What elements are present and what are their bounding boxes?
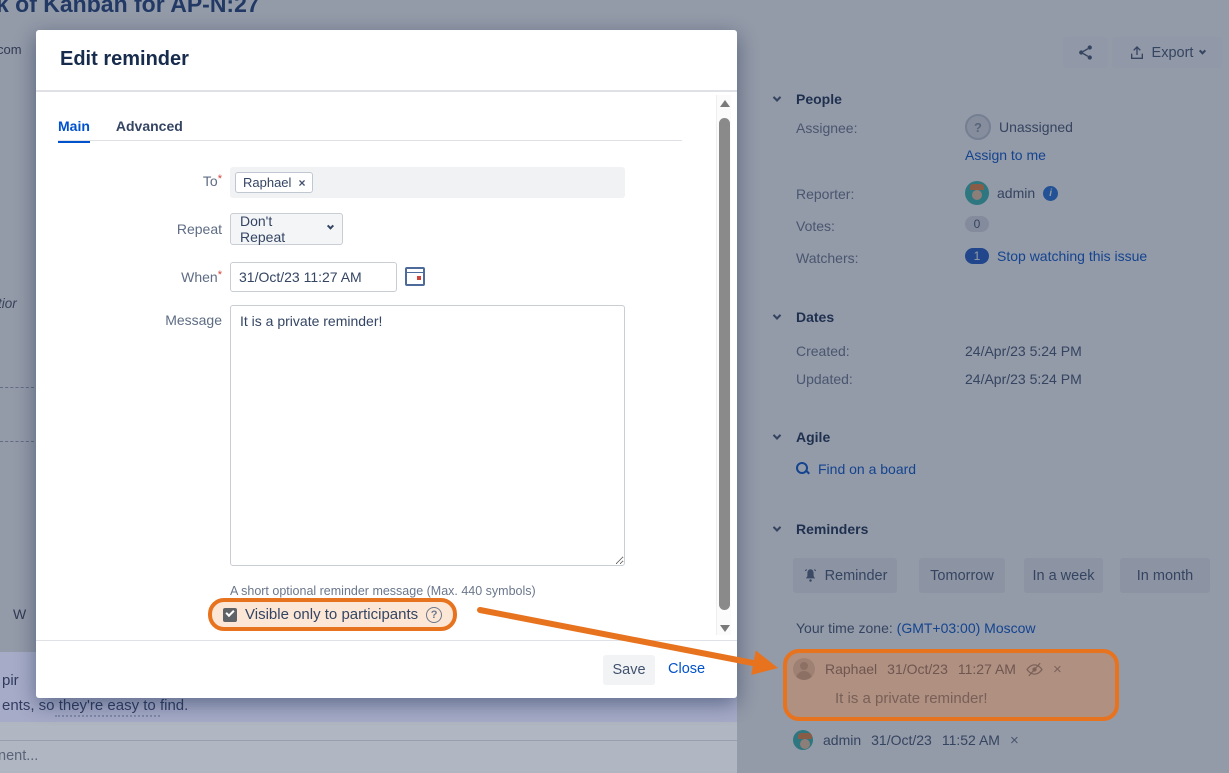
message-textarea[interactable]: It is a private reminder!: [230, 305, 625, 566]
bg-dotted-line: [55, 715, 160, 717]
remove-recipient-icon[interactable]: ×: [298, 176, 305, 190]
close-link[interactable]: Close: [668, 661, 705, 677]
bg-fragment-ents: ents, so they're easy to find.: [2, 697, 188, 714]
scroll-up-icon[interactable]: [720, 100, 730, 107]
divider: [0, 740, 737, 741]
dialog-tabs: Main Advanced: [58, 118, 183, 142]
tab-main[interactable]: Main: [58, 118, 90, 142]
annotation-box-reminder-item: [783, 649, 1119, 721]
divider: [36, 640, 737, 641]
comment-area-strip: nent...: [0, 722, 737, 773]
annotation-box-visibility-checkbox: Visible only to participants ?: [208, 598, 457, 631]
when-input[interactable]: [230, 262, 397, 292]
to-field[interactable]: Raphael ×: [230, 167, 625, 198]
when-label: When*: [62, 269, 222, 285]
repeat-select[interactable]: Don't Repeat: [230, 213, 343, 245]
to-label: To*: [62, 173, 222, 189]
repeat-value: Don't Repeat: [240, 213, 318, 245]
visible-only-label: Visible only to participants: [245, 606, 418, 623]
dialog-scrollbar[interactable]: [716, 95, 731, 635]
date-picker-button[interactable]: [405, 264, 429, 288]
bg-fragment-nent: nent...: [0, 748, 38, 764]
bg-fragment-pir: pir: [2, 672, 19, 689]
page: k of Kanban for AP-N:27 com tior W Expor…: [0, 0, 1229, 773]
calendar-icon: [405, 267, 425, 286]
message-hint: A short optional reminder message (Max. …: [230, 584, 536, 598]
save-button[interactable]: Save: [603, 655, 655, 685]
chevron-down-icon: [327, 223, 334, 230]
edit-reminder-dialog: Edit reminder Main Advanced To* Raphael …: [36, 30, 737, 698]
message-label: Message: [62, 312, 222, 328]
tab-divider: [58, 140, 682, 141]
visible-only-checkbox[interactable]: [223, 608, 237, 622]
tab-advanced[interactable]: Advanced: [116, 118, 183, 142]
divider: [36, 90, 737, 92]
scroll-down-icon[interactable]: [720, 625, 730, 632]
required-mark: *: [218, 173, 222, 185]
recipient-name: Raphael: [243, 175, 291, 190]
recipient-chip: Raphael ×: [235, 172, 313, 193]
repeat-label: Repeat: [62, 221, 222, 237]
help-icon[interactable]: ?: [426, 607, 442, 623]
scrollbar-thumb[interactable]: [719, 118, 730, 610]
dialog-title: Edit reminder: [60, 48, 189, 71]
required-mark: *: [218, 269, 222, 281]
